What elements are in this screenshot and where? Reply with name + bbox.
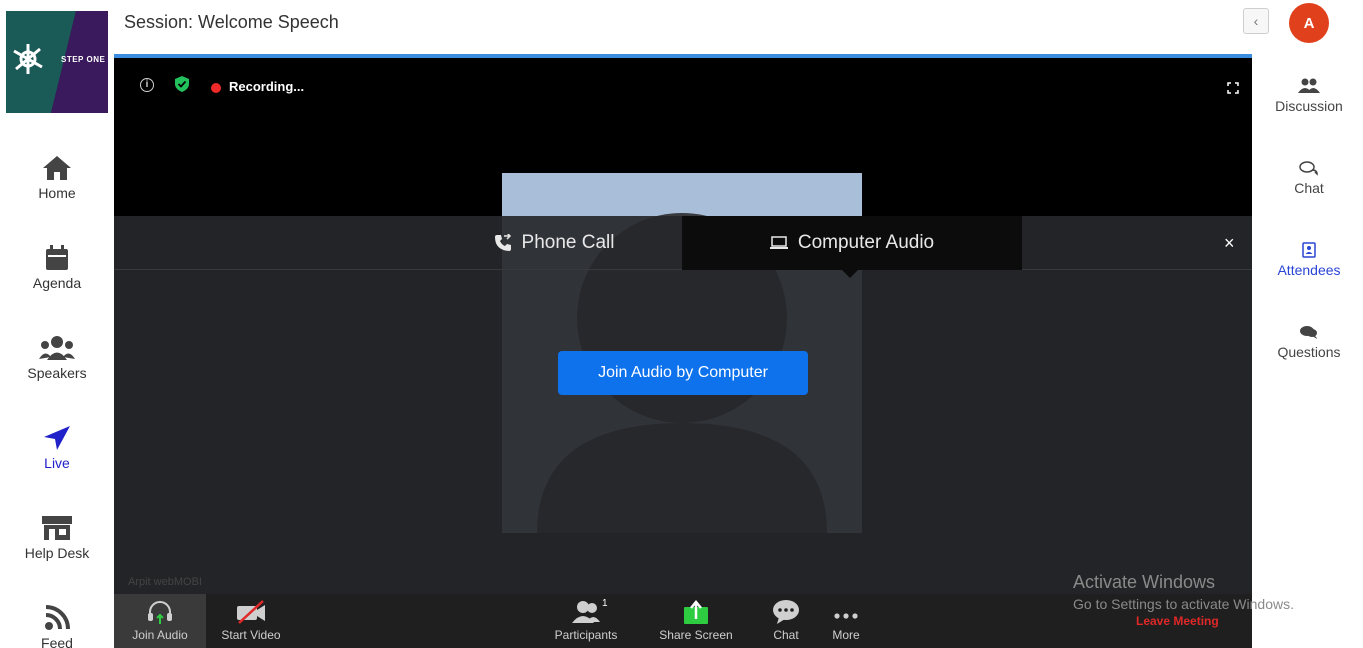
location-arrow-icon [44,426,70,450]
page-title: Session: Welcome Speech [124,12,339,32]
toolbar-label: Participants [554,628,618,642]
sidebar-item-label: Live [44,455,70,471]
address-book-icon [1302,242,1316,258]
toolbar-label: Share Screen [659,628,733,642]
tab-computer-audio[interactable]: Computer Audio [682,216,1022,278]
sidebar-item-agenda[interactable]: Agenda [0,245,114,305]
tab-label: Computer Audio [797,232,935,253]
sidebar-item-speakers[interactable]: Speakers [0,335,114,395]
store-icon [42,516,72,540]
activation-title: Activate Windows [1073,572,1216,592]
participants-count-badge: 1 [602,598,608,609]
leave-meeting-button[interactable]: Leave Meeting [1136,614,1219,628]
audio-tabs: Phone Call Computer Audio × [114,216,1252,278]
recording-dot-icon [211,83,221,93]
windows-activation-watermark: Activate Windows Go to Settings to activ… [1073,572,1294,612]
home-icon [43,156,71,180]
headphones-icon [148,601,172,624]
close-icon[interactable]: × [1224,233,1235,254]
fullscreen-icon[interactable] [1227,82,1239,94]
panel-item-label: Discussion [1275,98,1343,114]
collapse-panel-button[interactable]: ‹ [1243,8,1269,34]
sidebar-item-label: Feed [41,635,73,648]
sidebar-item-label: Home [38,185,76,201]
recording-label: Recording... [229,79,305,94]
chat-bubbles-icon [1299,161,1318,176]
comments-icon [1300,326,1317,339]
chat-button[interactable]: Chat [764,594,808,648]
panel-item-label: Attendees [1277,262,1341,278]
sidebar-item-home[interactable]: Home [0,155,114,215]
share-screen-button[interactable]: Share Screen [654,594,738,648]
meeting-top-bar: i Recording... [114,58,1252,116]
participant-name-label: Arpit webMOBI [128,576,202,588]
laptop-icon [769,236,788,249]
panel-item-questions[interactable]: Questions [1258,324,1360,360]
share-screen-icon [684,600,708,624]
video-off-icon [237,600,265,624]
sidebar-item-feed[interactable]: Feed [0,605,114,648]
chevron-left-icon: ‹ [1253,13,1259,29]
panel-item-label: Chat [1294,180,1324,196]
join-audio-button[interactable]: Join Audio [114,594,206,648]
panel-item-label: Questions [1277,344,1341,360]
chat-icon [773,600,799,624]
sidebar-item-label: Help Desk [24,545,90,561]
sidebar-item-label: Speakers [27,365,87,381]
sidebar-item-label: Agenda [32,275,82,291]
calendar-icon [46,245,68,270]
meeting-window: i Recording... Phone Call Computer Audio [114,54,1252,648]
sidebar-item-live[interactable]: Live [0,425,114,485]
audio-options-dialog: Phone Call Computer Audio × Join Audio b… [114,216,1252,598]
app-root: STEP ONE Home Agenda Speakers Live Help … [0,0,1363,648]
tab-label: Phone Call [521,232,615,253]
event-logo: STEP ONE [6,11,108,113]
toolbar-label: More [832,628,860,642]
more-dots-icon [834,613,858,619]
avatar[interactable]: A [1289,3,1329,43]
info-icon[interactable]: i [140,78,154,92]
phone-icon [494,234,511,251]
panel-item-chat[interactable]: Chat [1258,160,1360,196]
sidebar-item-help-desk[interactable]: Help Desk [0,515,114,575]
shield-check-icon[interactable] [175,76,189,92]
more-button[interactable]: More [824,594,868,648]
user-group-icon [1298,78,1320,93]
rss-icon [45,605,70,630]
users-icon [39,336,75,360]
panel-item-attendees[interactable]: Attendees [1258,242,1360,278]
activation-subtitle: Go to Settings to activate Windows. [1073,596,1294,612]
participants-button[interactable]: 1 Participants [550,594,622,648]
panel-item-discussion[interactable]: Discussion [1258,78,1360,114]
toolbar-label: Start Video [221,628,281,642]
tab-phone-call[interactable]: Phone Call [424,216,684,270]
participants-icon [572,601,600,623]
join-audio-by-computer-button[interactable]: Join Audio by Computer [558,351,808,395]
logo-text: STEP ONE [61,55,106,64]
toolbar-label: Join Audio [132,628,188,642]
start-video-button[interactable]: Start Video [214,594,288,648]
toolbar-label: Chat [773,628,799,642]
